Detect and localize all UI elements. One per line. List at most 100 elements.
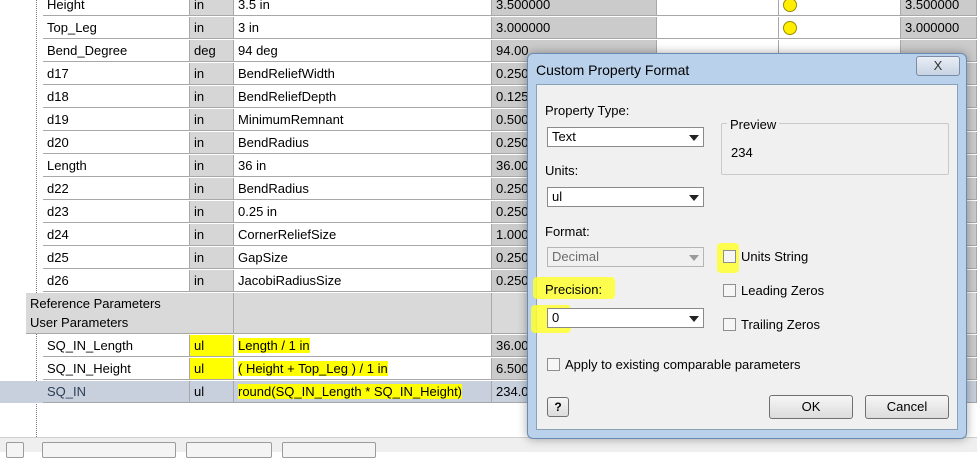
expression-text: MinimumRemnant (238, 112, 344, 127)
tree-cell (0, 86, 43, 108)
expression-text: BendRadius (238, 135, 309, 150)
add-numeric-button[interactable] (42, 442, 176, 458)
unit-cell[interactable]: in (190, 178, 234, 200)
expression-cell[interactable]: MinimumRemnant (234, 109, 492, 131)
expression-cell[interactable]: 94 deg (234, 40, 492, 62)
bottom-toolbar (0, 437, 977, 458)
purge-button[interactable] (282, 442, 376, 458)
unit-cell[interactable]: ul (190, 381, 234, 403)
parameter-name-cell[interactable]: d17 (43, 63, 190, 85)
unit-cell[interactable]: in (190, 247, 234, 269)
format-value: Decimal (552, 249, 599, 264)
parameter-name-cell[interactable]: Top_Leg (43, 17, 190, 39)
unit-cell[interactable]: in (190, 0, 234, 16)
expression-text: 94 deg (238, 43, 278, 58)
expression-text: 3 in (238, 20, 259, 35)
parameter-name-cell[interactable]: d19 (43, 109, 190, 131)
update-button[interactable] (186, 442, 272, 458)
parameter-name-cell[interactable]: d24 (43, 224, 190, 246)
model-value-cell (779, 17, 901, 39)
tree-cell (0, 155, 43, 177)
expression-cell[interactable]: BendReliefWidth (234, 63, 492, 85)
unit-cell[interactable]: ul (190, 335, 234, 357)
units-string-checkbox[interactable] (723, 250, 736, 263)
unit-cell[interactable]: in (190, 109, 234, 131)
unit-cell[interactable]: in (190, 86, 234, 108)
parameter-name-cell[interactable]: SQ_IN (43, 381, 190, 403)
apply-existing-checkbox[interactable] (547, 358, 560, 371)
expression-text: Length / 1 in (238, 338, 310, 353)
unit-cell[interactable]: in (190, 132, 234, 154)
tree-cell (0, 178, 43, 200)
chevron-down-icon (689, 135, 699, 141)
unit-cell[interactable]: in (190, 17, 234, 39)
expression-cell[interactable]: round(SQ_IN_Length * SQ_IN_Height) (234, 381, 492, 403)
parameter-name-cell[interactable]: Length (43, 155, 190, 177)
trailing-zeros-checkbox[interactable] (723, 318, 736, 331)
help-button[interactable]: ? (547, 397, 569, 417)
cancel-button[interactable]: Cancel (865, 395, 949, 419)
leading-zeros-checkbox[interactable] (723, 284, 736, 297)
custom-property-format-dialog: Custom Property Format X Property Type: … (527, 53, 967, 439)
property-type-select[interactable]: Text (547, 127, 704, 147)
property-type-value: Text (552, 129, 576, 144)
expression-cell[interactable]: ( Height + Top_Leg ) / 1 in (234, 358, 492, 380)
parameter-name-cell[interactable]: d20 (43, 132, 190, 154)
parameter-name-cell[interactable]: d25 (43, 247, 190, 269)
close-icon: X (933, 58, 943, 73)
units-label: Units: (545, 163, 579, 178)
ok-button[interactable]: OK (769, 395, 853, 419)
expression-text: round(SQ_IN_Length * SQ_IN_Height) (238, 384, 463, 399)
expression-cell[interactable]: 3 in (234, 17, 492, 39)
expression-cell[interactable]: 0.25 in (234, 201, 492, 223)
parameter-name-cell[interactable]: d26 (43, 270, 190, 292)
expression-cell[interactable]: 36 in (234, 155, 492, 177)
unit-cell[interactable]: in (190, 224, 234, 246)
parameter-name-cell[interactable]: d23 (43, 201, 190, 223)
filter-button[interactable] (6, 442, 24, 458)
tree-cell (0, 381, 43, 403)
chevron-down-icon (689, 255, 699, 261)
precision-select[interactable]: 0 (547, 308, 704, 328)
parameter-name-cell[interactable]: Bend_Degree (43, 40, 190, 62)
expression-cell[interactable]: 3.5 in (234, 0, 492, 16)
dialog-title: Custom Property Format (536, 62, 690, 78)
expression-cell[interactable]: BendRadius (234, 132, 492, 154)
expression-cell[interactable]: CornerReliefSize (234, 224, 492, 246)
tree-cell (0, 358, 43, 380)
value-cell: 3.000000 (901, 17, 977, 39)
tolerance-cell[interactable] (657, 17, 779, 39)
expression-text: BendReliefDepth (238, 89, 337, 104)
expression-cell[interactable]: JacobiRadiusSize (234, 270, 492, 292)
tolerance-cell[interactable] (657, 0, 779, 16)
close-button[interactable]: X (916, 56, 960, 76)
table-row[interactable]: Top_Leg in 3 in 3.000000 3.000000 (0, 17, 977, 40)
help-icon: ? (554, 400, 562, 414)
tree-cell (0, 0, 43, 16)
unit-cell[interactable]: in (190, 155, 234, 177)
expression-cell[interactable]: Length / 1 in (234, 335, 492, 357)
unit-cell[interactable]: in (190, 201, 234, 223)
unit-cell[interactable]: in (190, 270, 234, 292)
parameter-name-cell[interactable]: SQ_IN_Height (43, 358, 190, 380)
status-dot-icon (783, 21, 797, 35)
tree-cell (0, 224, 43, 246)
table-row[interactable]: Height in 3.5 in 3.500000 3.500000 (0, 0, 977, 17)
units-select[interactable]: ul (547, 187, 704, 207)
expression-cell[interactable]: GapSize (234, 247, 492, 269)
expression-cell[interactable]: BendRadius (234, 178, 492, 200)
unit-cell[interactable]: ul (190, 358, 234, 380)
unit-cell[interactable]: in (190, 63, 234, 85)
parameter-name-cell[interactable]: SQ_IN_Length (43, 335, 190, 357)
expression-text: CornerReliefSize (238, 227, 337, 242)
units-value: ul (552, 189, 563, 204)
parameter-name-cell[interactable]: Height (43, 0, 190, 16)
parameter-name-cell[interactable]: d18 (43, 86, 190, 108)
format-select: Decimal (547, 247, 704, 267)
expression-text: GapSize (238, 250, 288, 265)
expression-cell[interactable]: BendReliefDepth (234, 86, 492, 108)
expression-text: 0.25 in (238, 204, 278, 219)
parameter-name-cell[interactable]: d22 (43, 178, 190, 200)
tree-cell (0, 17, 43, 39)
unit-cell[interactable]: deg (190, 40, 234, 62)
